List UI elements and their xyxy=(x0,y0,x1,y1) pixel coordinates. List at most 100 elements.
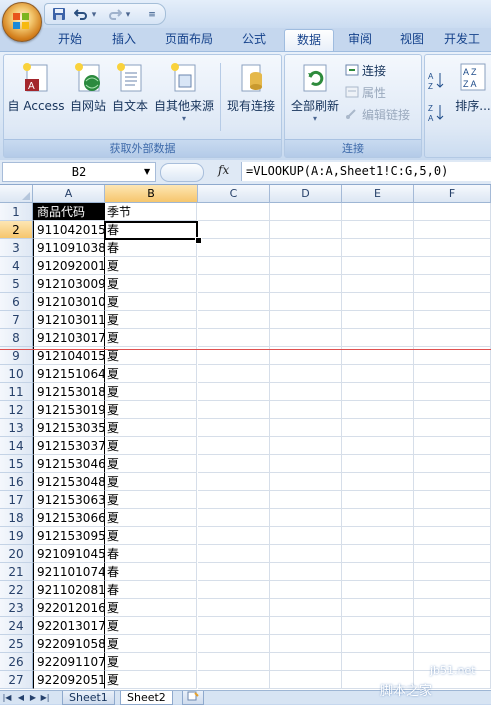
row-header[interactable]: 12 xyxy=(0,401,33,419)
column-header-f[interactable]: F xyxy=(414,185,491,203)
cell-season[interactable]: 春 xyxy=(105,563,197,581)
row-header[interactable]: 7 xyxy=(0,311,33,329)
empty-cell[interactable] xyxy=(198,383,270,401)
empty-cell[interactable] xyxy=(198,293,270,311)
empty-cell[interactable] xyxy=(414,383,491,401)
header-cell-season[interactable]: 季节 xyxy=(105,203,197,221)
redo-dropdown-icon[interactable]: ▾ xyxy=(123,10,133,20)
empty-cell[interactable] xyxy=(198,599,270,617)
empty-cell[interactable] xyxy=(342,509,414,527)
empty-cell[interactable] xyxy=(342,239,414,257)
row-header[interactable]: 22 xyxy=(0,581,33,599)
empty-cell[interactable] xyxy=(270,617,342,635)
row-header[interactable]: 25 xyxy=(0,635,33,653)
refresh-all-button[interactable]: 全部刷新 ▾ xyxy=(287,59,343,135)
empty-cell[interactable] xyxy=(198,473,270,491)
cell-season[interactable]: 夏 xyxy=(105,527,197,545)
row-header[interactable]: 11 xyxy=(0,383,33,401)
empty-cell[interactable] xyxy=(198,437,270,455)
empty-cell[interactable] xyxy=(198,401,270,419)
column-header-a[interactable]: A xyxy=(33,185,105,203)
empty-cell[interactable] xyxy=(198,365,270,383)
tab-insert[interactable]: 插入 xyxy=(98,29,150,50)
row-header[interactable]: 26 xyxy=(0,653,33,671)
empty-cell[interactable] xyxy=(414,455,491,473)
empty-cell[interactable] xyxy=(270,293,342,311)
empty-cell[interactable] xyxy=(414,311,491,329)
empty-cell[interactable] xyxy=(414,419,491,437)
empty-cell[interactable] xyxy=(414,221,491,239)
empty-cell[interactable] xyxy=(198,617,270,635)
cell-product-code[interactable]: 912103017 xyxy=(33,329,105,347)
empty-cell[interactable] xyxy=(270,437,342,455)
empty-cell[interactable] xyxy=(414,329,491,347)
empty-cell[interactable] xyxy=(270,383,342,401)
empty-cell[interactable] xyxy=(342,455,414,473)
row-header[interactable]: 19 xyxy=(0,527,33,545)
cell-product-code[interactable]: 911042015 xyxy=(33,221,105,239)
cell-product-code[interactable]: 912153063 xyxy=(33,491,105,509)
empty-cell[interactable] xyxy=(270,239,342,257)
empty-cell[interactable] xyxy=(342,401,414,419)
sort-descending-button[interactable]: ZA xyxy=(428,103,444,122)
cell-product-code[interactable]: 912153095 xyxy=(33,527,105,545)
empty-cell[interactable] xyxy=(198,239,270,257)
empty-cell[interactable] xyxy=(270,419,342,437)
empty-cell[interactable] xyxy=(198,491,270,509)
tab-developer[interactable]: 开发工 xyxy=(444,29,491,50)
empty-cell[interactable] xyxy=(414,563,491,581)
cell-season[interactable]: 夏 xyxy=(105,419,197,437)
row-header[interactable]: 5 xyxy=(0,275,33,293)
row-header[interactable]: 24 xyxy=(0,617,33,635)
cell-product-code[interactable]: 912103009 xyxy=(33,275,105,293)
empty-cell[interactable] xyxy=(342,563,414,581)
empty-cell[interactable] xyxy=(414,491,491,509)
empty-cell[interactable] xyxy=(198,653,270,671)
cell-product-code[interactable]: 912153048 xyxy=(33,473,105,491)
cell-season[interactable]: 夏 xyxy=(105,473,197,491)
empty-cell[interactable] xyxy=(414,293,491,311)
empty-cell[interactable] xyxy=(414,203,491,221)
cell-product-code[interactable]: 922013017 xyxy=(33,617,105,635)
empty-cell[interactable] xyxy=(198,311,270,329)
cell-season[interactable]: 夏 xyxy=(105,275,197,293)
empty-cell[interactable] xyxy=(270,455,342,473)
cell-season[interactable]: 夏 xyxy=(105,401,197,419)
row-header[interactable]: 17 xyxy=(0,491,33,509)
row-header[interactable]: 27 xyxy=(0,671,33,689)
empty-cell[interactable] xyxy=(414,617,491,635)
formula-input[interactable]: =VLOOKUP(A:A,Sheet1!C:G,5,0) xyxy=(241,162,491,181)
row-header[interactable]: 20 xyxy=(0,545,33,563)
cell-product-code[interactable]: 922091107 xyxy=(33,653,105,671)
empty-cell[interactable] xyxy=(270,527,342,545)
save-icon[interactable] xyxy=(51,6,67,22)
cell-season[interactable]: 夏 xyxy=(105,599,197,617)
tab-view[interactable]: 视图 xyxy=(390,29,434,50)
empty-cell[interactable] xyxy=(342,599,414,617)
empty-cell[interactable] xyxy=(342,365,414,383)
cell-season[interactable]: 春 xyxy=(105,545,197,563)
column-header-c[interactable]: C xyxy=(198,185,270,203)
empty-cell[interactable] xyxy=(414,527,491,545)
tab-data[interactable]: 数据 xyxy=(284,29,334,52)
empty-cell[interactable] xyxy=(414,599,491,617)
customize-icon[interactable]: ≡ xyxy=(147,10,157,20)
cell-season[interactable]: 夏 xyxy=(105,383,197,401)
row-header[interactable]: 16 xyxy=(0,473,33,491)
row-header[interactable]: 23 xyxy=(0,599,33,617)
column-header-b[interactable]: B xyxy=(105,185,198,203)
empty-cell[interactable] xyxy=(342,653,414,671)
empty-cell[interactable] xyxy=(198,203,270,221)
row-header[interactable]: 15 xyxy=(0,455,33,473)
empty-cell[interactable] xyxy=(198,275,270,293)
empty-cell[interactable] xyxy=(270,491,342,509)
empty-cell[interactable] xyxy=(198,419,270,437)
empty-cell[interactable] xyxy=(342,473,414,491)
undo-dropdown-icon[interactable]: ▾ xyxy=(89,10,99,20)
empty-cell[interactable] xyxy=(270,365,342,383)
cell-season[interactable]: 夏 xyxy=(105,311,197,329)
cell-season[interactable]: 夏 xyxy=(105,257,197,275)
empty-cell[interactable] xyxy=(414,365,491,383)
empty-cell[interactable] xyxy=(342,275,414,293)
cell-product-code[interactable]: 912153066 xyxy=(33,509,105,527)
